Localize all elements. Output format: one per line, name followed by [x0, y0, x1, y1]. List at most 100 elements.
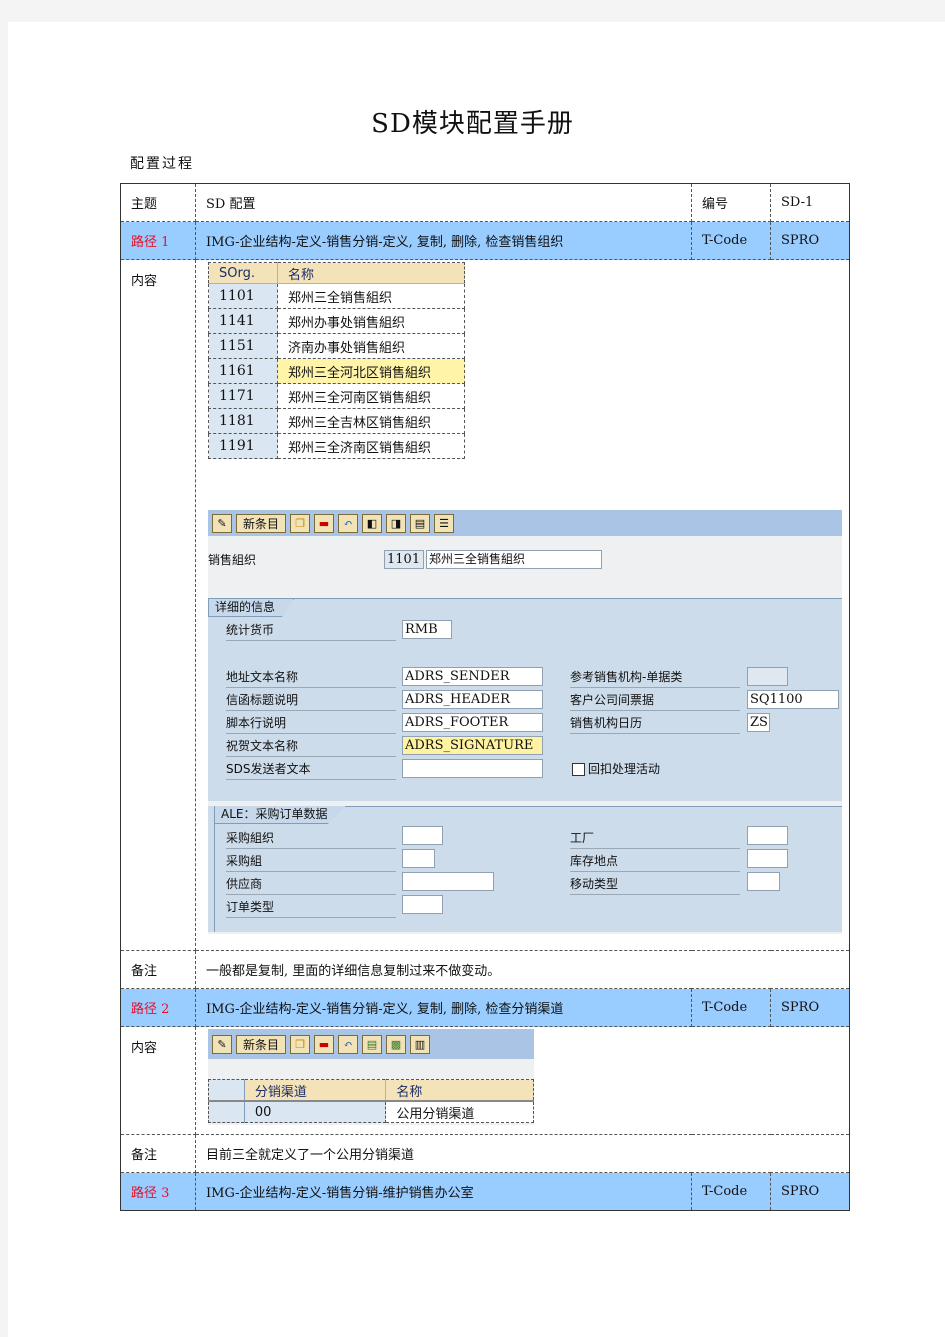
next-entry-icon[interactable]: ◨ [386, 513, 406, 533]
sorg-code: 1141 [208, 308, 278, 334]
stat-currency-label: 统计货币 [226, 620, 396, 641]
detail-info-panel: 详细的信息 统计货币 RMB 地址文本名称 ADRS_SENDER 信函标题说明… [208, 598, 842, 801]
detail-info-tab[interactable]: 详细的信息 [208, 599, 295, 617]
field-label: 库存地点 [570, 851, 740, 872]
sorg-code: 1161 [208, 358, 278, 384]
order-type-field[interactable] [402, 895, 443, 914]
topic-label: 主题 [120, 183, 196, 222]
field-label: 地址文本名称 [226, 667, 396, 688]
note-label: 备注 [120, 1134, 196, 1173]
sales-org-label: 销售組织 [208, 553, 257, 567]
undo-icon[interactable]: ↶ [338, 1034, 358, 1054]
copy-icon[interactable]: ❐ [290, 1034, 310, 1054]
content-row-1: 内容 SOrg. 名称 1101 郑州三全销售組织 1141 郑州办事处销售組织 1… [120, 259, 850, 951]
grid-row[interactable]: 00 公用分销渠道 [208, 1100, 534, 1123]
select-block-icon[interactable]: ▤ [362, 1034, 382, 1054]
ale-panel: ALE：采购订单数据 采购組织 采购組 供应商 订单类型 工厂 库存地点 移动类… [208, 806, 842, 932]
config-table: 主题 SD 配置 编号 SD-1 路径 1 IMG-企业结构-定义-销售分销-定… [120, 183, 850, 1211]
grid-row[interactable]: 1141 郑州办事处销售組织 [208, 308, 465, 334]
path-value: IMG-企业结构-定义-销售分销-定义, 复制, 删除, 检查分销渠道 [195, 988, 692, 1027]
field-label: 信函标题说明 [226, 690, 396, 711]
ref-sales-org-doc-type-field[interactable] [747, 667, 788, 686]
deselect-all-icon[interactable]: ▥ [410, 1034, 430, 1054]
rebate-checkbox[interactable] [572, 763, 585, 776]
purchasing-group-field[interactable] [402, 849, 435, 868]
sorg-name: 郑州三全吉林区销售組织 [277, 408, 465, 434]
tcode-label: T-Code [691, 1172, 771, 1211]
sales-org-name-field[interactable]: 郑州三全销售組织 [426, 550, 602, 569]
undo-icon[interactable]: ↶ [338, 513, 358, 533]
note-text: 目前三全就定义了一个公用分销渠道 [195, 1134, 850, 1173]
sorg-name: 郑州三全济南区销售組织 [277, 433, 465, 459]
field-label: 采购組 [226, 851, 396, 872]
grid-row[interactable]: 1101 郑州三全销售組织 [208, 283, 465, 309]
column-header-channel[interactable]: 分销渠道 [243, 1079, 387, 1102]
stat-currency-field[interactable]: RMB [402, 620, 452, 639]
column-header-name[interactable]: 名称 [385, 1079, 534, 1102]
delete-icon[interactable]: ▬ [314, 1034, 334, 1054]
details-icon[interactable]: ☰ [434, 513, 454, 533]
field-label: 参考销售机构-单据类 [570, 667, 740, 688]
edit-pencil-icon[interactable]: ✎ [212, 1034, 232, 1054]
content-cell-1: SOrg. 名称 1101 郑州三全销售組织 1141 郑州办事处销售組织 1151… [195, 259, 850, 951]
vendor-field[interactable] [402, 872, 494, 891]
grid-row[interactable]: 1181 郑州三全吉林区销售組织 [208, 408, 465, 434]
rebate-checkbox-label: 回扣处理活动 [588, 762, 661, 776]
sorg-name: 郑州办事处销售組织 [277, 308, 465, 334]
path-label: 路径 2 [120, 988, 196, 1027]
sales-org-grid: SOrg. 名称 1101 郑州三全销售組织 1141 郑州办事处销售組织 1151… [208, 262, 465, 459]
delete-icon[interactable]: ▬ [314, 513, 334, 533]
field-label: 脚本行说明 [226, 713, 396, 734]
column-header-sorg[interactable]: SOrg. [208, 262, 278, 284]
sales-org-calendar-field[interactable]: ZS [747, 713, 770, 732]
number-value: SD-1 [770, 183, 850, 222]
ale-tab[interactable]: ALE：采购订单数据 [214, 806, 347, 824]
tcode-value: SPRO [770, 221, 850, 260]
field-label: 祝贺文本名称 [226, 736, 396, 757]
sales-org-code: 1101 [384, 550, 424, 569]
tcode-label: T-Code [691, 221, 771, 260]
sds-sender-text-field[interactable] [402, 759, 543, 778]
grid-row[interactable]: 1151 济南办事处销售組织 [208, 333, 465, 359]
letter-header-field[interactable]: ADRS_HEADER [402, 690, 543, 709]
tcode-label: T-Code [691, 988, 771, 1027]
document-title: SD模块配置手册 [371, 109, 574, 139]
select-all-icon[interactable]: ▩ [386, 1034, 406, 1054]
field-label: 客户公司间票据 [570, 690, 740, 711]
plant-field[interactable] [747, 826, 788, 845]
row-selector-header[interactable] [208, 1079, 245, 1102]
field-label: SDS发送者文本 [226, 759, 396, 780]
note-row-1: 备注 一般都是复制, 里面的详细信息复制过来不做变动。 [120, 950, 850, 989]
address-text-field[interactable]: ADRS_SENDER [402, 667, 543, 686]
previous-entry-icon[interactable]: ◧ [362, 513, 382, 533]
grid-row-selected[interactable]: 1161 郑州三全河北区销售組织 [208, 358, 465, 384]
purchasing-org-field[interactable] [402, 826, 443, 845]
row-selector[interactable] [208, 1100, 245, 1123]
grid-row[interactable]: 1191 郑州三全济南区销售組织 [208, 433, 465, 459]
copy-icon[interactable]: ❐ [290, 513, 310, 533]
select-all-icon[interactable]: ▤ [410, 513, 430, 533]
note-row-2: 备注 目前三全就定义了一个公用分销渠道 [120, 1134, 850, 1173]
column-header-name[interactable]: 名称 [277, 262, 465, 284]
new-entry-button[interactable]: 新条目 [236, 513, 286, 533]
field-label: 供应商 [226, 874, 396, 895]
new-entry-button[interactable]: 新条目 [236, 1034, 286, 1054]
field-label: 订单类型 [226, 897, 396, 918]
edit-pencil-icon[interactable]: ✎ [212, 513, 232, 533]
toolbar: ✎ 新条目 ❐ ▬ ↶ ◧ ◨ ▤ ☰ [208, 510, 842, 536]
intercompany-billing-field[interactable]: SQ1100 [747, 690, 839, 709]
signature-text-field[interactable]: ADRS_SIGNATURE [402, 736, 543, 755]
storage-location-field[interactable] [747, 849, 788, 868]
content-label: 内容 [120, 1026, 196, 1135]
sorg-code: 1171 [208, 383, 278, 409]
movement-type-field[interactable] [747, 872, 780, 891]
tcode-value: SPRO [770, 988, 850, 1027]
content-cell-2: ✎ 新条目 ❐ ▬ ↶ ▤ ▩ ▥ 分销渠道 名称 00 公用分销渠道 [195, 1026, 850, 1135]
sorg-code: 1101 [208, 283, 278, 309]
footer-field[interactable]: ADRS_FOOTER [402, 713, 543, 732]
sorg-name: 济南办事处销售組织 [277, 333, 465, 359]
sorg-code: 1181 [208, 408, 278, 434]
channel-code: 00 [243, 1100, 387, 1123]
grid-row[interactable]: 1171 郑州三全河南区销售組织 [208, 383, 465, 409]
field-label: 销售机构日历 [570, 713, 740, 734]
